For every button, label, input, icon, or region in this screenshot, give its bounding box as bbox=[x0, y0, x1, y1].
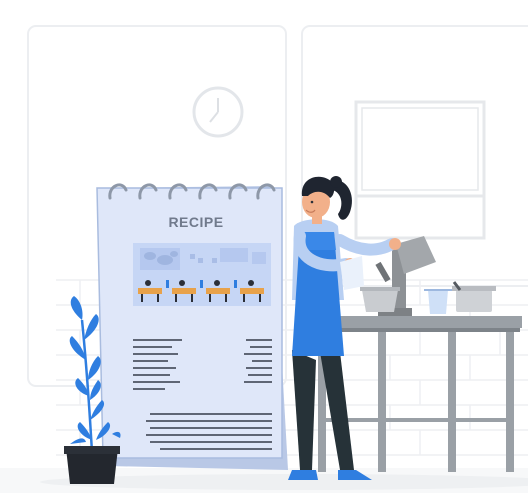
world-map-icon bbox=[140, 248, 180, 270]
wall-clock-icon bbox=[192, 86, 244, 138]
recipe-photo bbox=[133, 243, 271, 306]
mixing-bowl-icon bbox=[360, 287, 400, 312]
recipe-title: RECIPE bbox=[168, 214, 224, 230]
chef-illustration bbox=[0, 0, 528, 493]
measuring-cup-icon bbox=[424, 289, 452, 314]
saucepan-icon bbox=[452, 281, 496, 312]
window-icon bbox=[354, 100, 486, 240]
